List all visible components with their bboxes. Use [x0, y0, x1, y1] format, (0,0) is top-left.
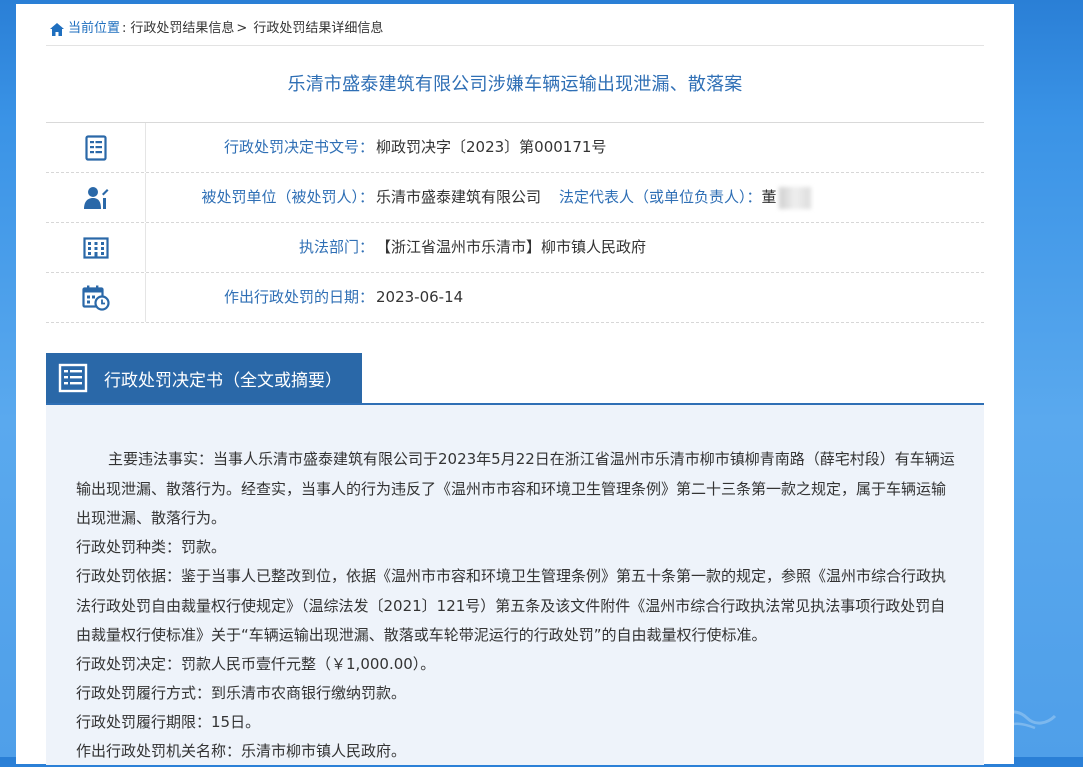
paragraph-issuing-authority: 作出行政处罚机关名称：乐清市柳市镇人民政府。 [76, 742, 407, 760]
info-table: 行政处罚决定书文号： 柳政罚决字〔2023〕第000171号 被处罚单位（被处罚… [46, 122, 984, 323]
breadcrumb-separator: : [122, 21, 127, 36]
paragraph-penalty-decision: 行政处罚决定：罚款人民币壹仟元整（￥1,000.00）。 [76, 655, 436, 673]
info-icon-cell [46, 173, 146, 222]
watermark-graphic [992, 710, 1057, 732]
section-title: 行政处罚决定书（全文或摘要） [104, 370, 342, 391]
info-icon-cell [46, 273, 146, 322]
info-row-department: 执法部门： 【浙江省温州市乐清市】柳市镇人民政府 [46, 223, 984, 273]
page-title: 乐清市盛泰建筑有限公司涉嫌车辆运输出现泄漏、散落案 [287, 74, 743, 95]
paragraph-payment-deadline: 行政处罚履行期限：15日。 [76, 713, 261, 731]
paragraph-payment-method: 行政处罚履行方式：到乐清市农商银行缴纳罚款。 [76, 684, 407, 702]
paragraph-penalty-basis: 行政处罚依据：鉴于当事人已整改到位，依据《温州市市容和环境卫生管理条例》第五十条… [76, 567, 947, 644]
document-icon [84, 134, 107, 161]
redaction-blur [778, 186, 811, 209]
main-panel: 当前位置 : 行政处罚结果信息 > 行政处罚结果详细信息 乐清市盛泰建筑有限公司… [16, 4, 1014, 765]
info-row-decision-number: 行政处罚决定书文号： 柳政罚决字〔2023〕第000171号 [46, 123, 984, 173]
info-row-punished-party: 被处罚单位（被处罚人）： 乐清市盛泰建筑有限公司 法定代表人（或单位负责人）：董 [46, 173, 984, 223]
party-name: 乐清市盛泰建筑有限公司 [376, 188, 542, 206]
decision-content: 主要违法事实：当事人乐清市盛泰建筑有限公司于2023年5月22日在浙江省温州市乐… [46, 405, 984, 765]
info-icon-cell [46, 223, 146, 272]
info-value: 2023-06-14 [376, 288, 464, 306]
section-header: 行政处罚决定书（全文或摘要） [46, 353, 984, 405]
info-value: 乐清市盛泰建筑有限公司 法定代表人（或单位负责人）：董 [376, 173, 811, 222]
home-icon [50, 22, 64, 36]
info-row-date: 作出行政处罚的日期： 2023-06-14 [46, 273, 984, 323]
info-value: 柳政罚决字〔2023〕第000171号 [376, 138, 607, 156]
breadcrumb-home-label: 当前位置 [68, 21, 121, 36]
paragraph-penalty-type: 行政处罚种类：罚款。 [76, 538, 227, 556]
divider [46, 45, 984, 46]
breadcrumb: 当前位置 : 行政处罚结果信息 > 行政处罚结果详细信息 [50, 17, 383, 41]
decision-document-icon [58, 363, 88, 393]
calendar-clock-icon [81, 285, 110, 311]
breadcrumb-home[interactable]: 当前位置 [50, 17, 120, 41]
paragraph-violation-facts: 主要违法事实：当事人乐清市盛泰建筑有限公司于2023年5月22日在浙江省温州市乐… [76, 450, 955, 527]
info-label: 作出行政处罚的日期： [223, 288, 374, 306]
legal-rep-value: 董 [761, 188, 777, 206]
info-icon-cell [46, 123, 146, 172]
breadcrumb-arrow: > [236, 21, 248, 36]
person-icon [83, 186, 108, 209]
section-tab: 行政处罚决定书（全文或摘要） [46, 353, 362, 403]
info-label: 行政处罚决定书文号： [223, 138, 374, 156]
info-value: 【浙江省温州市乐清市】柳市镇人民政府 [376, 238, 647, 256]
legal-rep-label: 法定代表人（或单位负责人）： [559, 188, 762, 206]
building-icon [82, 236, 109, 259]
breadcrumb-item-detail: 行政处罚结果详细信息 [253, 21, 384, 36]
info-label: 执法部门： [298, 238, 374, 256]
info-label: 被处罚单位（被处罚人）： [201, 188, 374, 206]
breadcrumb-item-results[interactable]: 行政处罚结果信息 [130, 17, 234, 41]
